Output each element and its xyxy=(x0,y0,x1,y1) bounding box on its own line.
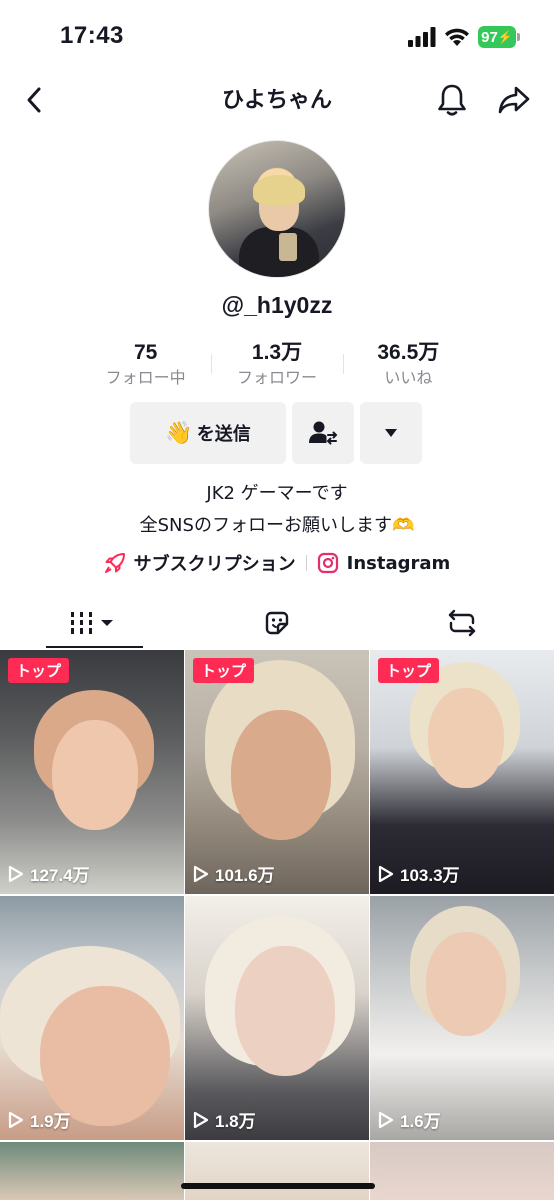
view-count-label: 1.8万 xyxy=(215,1112,256,1131)
instagram-link[interactable]: Instagram xyxy=(317,552,451,574)
view-count: 103.3万 xyxy=(378,861,460,886)
friend-suggest-button[interactable] xyxy=(292,402,354,464)
video-thumbnail[interactable]: 1.8万 xyxy=(185,896,369,1140)
top-badge: トップ xyxy=(193,658,255,683)
thumbnail-face xyxy=(40,986,170,1126)
video-grid-partial-row xyxy=(0,1142,554,1200)
send-wave-label: を送信 xyxy=(196,424,251,445)
tab-videos[interactable] xyxy=(0,596,185,650)
stat-label: いいね xyxy=(384,368,433,387)
view-count-label: 1.9万 xyxy=(30,1112,71,1131)
instagram-icon xyxy=(317,552,338,574)
notification-button[interactable] xyxy=(432,78,472,122)
rocket-icon xyxy=(104,553,125,573)
video-thumbnail-partial[interactable] xyxy=(370,1142,554,1200)
thumbnail-face xyxy=(428,688,504,788)
profile-header: ひよちゃん xyxy=(0,72,554,128)
video-thumbnail[interactable]: トップ 127.4万 xyxy=(0,650,184,894)
profile-actions: 👋 を送信 xyxy=(130,402,422,464)
bio-line: JK2 ゲーマーです xyxy=(206,483,348,504)
play-icon xyxy=(193,1111,209,1128)
username: @_h1y0zz xyxy=(221,292,333,318)
play-icon xyxy=(8,865,24,882)
wifi-icon xyxy=(445,28,469,46)
stat-value: 36.5万 xyxy=(377,341,440,364)
video-thumbnail[interactable]: トップ 101.6万 xyxy=(185,650,369,894)
view-count: 1.8万 xyxy=(193,1107,256,1132)
play-icon xyxy=(193,865,209,882)
view-count: 1.9万 xyxy=(8,1107,71,1132)
video-thumbnail[interactable]: 1.6万 xyxy=(370,896,554,1140)
avatar-hair xyxy=(253,175,305,205)
stat-value: 75 xyxy=(133,341,158,364)
profile-stats: 75 フォロー中 1.3万 フォロワー 36.5万 いいね xyxy=(80,340,474,396)
thumbnail-face xyxy=(235,946,335,1076)
status-bar: 17:43 97 ⚡ xyxy=(0,0,554,72)
bell-icon xyxy=(438,84,466,116)
video-grid: トップ 127.4万 トップ 101.6万 トップ 103.3万 1.9万 1.… xyxy=(0,650,554,1140)
stat-label: フォロー中 xyxy=(105,368,186,387)
play-icon xyxy=(378,865,394,882)
send-wave-button[interactable]: 👋 を送信 xyxy=(130,402,286,464)
thumbnail-face xyxy=(231,710,331,840)
instagram-label: Instagram xyxy=(346,552,451,574)
profile-bio: JK2 ゲーマーです 全SNSのフォローお願いします🫶 xyxy=(0,478,554,542)
share-arrow-icon xyxy=(498,86,530,114)
status-icons: 97 ⚡ xyxy=(408,24,520,50)
share-button[interactable] xyxy=(494,78,534,122)
top-badge: トップ xyxy=(378,658,440,683)
stat-followers[interactable]: 1.3万 フォロワー xyxy=(211,340,342,396)
stat-likes[interactable]: 36.5万 いいね xyxy=(342,340,474,396)
stat-value: 1.3万 xyxy=(251,341,303,364)
view-count-label: 103.3万 xyxy=(400,866,460,885)
avatar[interactable] xyxy=(208,140,346,278)
video-thumbnail-partial[interactable] xyxy=(185,1142,369,1200)
repost-icon xyxy=(448,609,475,637)
stat-label: フォロワー xyxy=(236,368,317,387)
signal-icon xyxy=(408,27,436,47)
view-count: 127.4万 xyxy=(8,861,90,886)
avatar-drink xyxy=(279,233,297,261)
play-icon xyxy=(378,1111,394,1128)
view-count-label: 1.6万 xyxy=(400,1112,441,1131)
video-thumbnail-partial[interactable] xyxy=(0,1142,184,1200)
view-count: 101.6万 xyxy=(193,861,275,886)
link-divider xyxy=(305,555,307,571)
tab-stickers[interactable] xyxy=(185,596,370,650)
play-icon xyxy=(8,1111,24,1128)
video-thumbnail[interactable]: トップ 103.3万 xyxy=(370,650,554,894)
wave-emoji: 👋 xyxy=(165,420,193,446)
view-count-label: 101.6万 xyxy=(215,866,275,885)
video-thumbnail[interactable]: 1.9万 xyxy=(0,896,184,1140)
profile-tabs xyxy=(0,596,554,650)
thumbnail-face xyxy=(52,720,138,830)
home-indicator xyxy=(181,1183,375,1189)
more-dropdown-button[interactable] xyxy=(360,402,422,464)
status-time: 17:43 xyxy=(60,22,124,49)
stat-following[interactable]: 75 フォロー中 xyxy=(80,340,211,396)
profile-page: 17:43 97 ⚡ ひよちゃん @_h1y0zz 75 フォロー中 1.3万 … xyxy=(0,0,554,1200)
view-count-label: 127.4万 xyxy=(30,866,90,885)
top-badge: トップ xyxy=(8,658,70,683)
tab-reposts[interactable] xyxy=(369,596,554,650)
subscription-link[interactable]: サブスクリプション xyxy=(104,550,296,576)
view-count: 1.6万 xyxy=(378,1107,441,1132)
battery-icon: 97 ⚡ xyxy=(478,26,520,48)
thumbnail-face xyxy=(426,932,506,1036)
battery-level: 97 xyxy=(481,28,498,46)
subscription-label: サブスクリプション xyxy=(133,554,296,575)
sticker-icon xyxy=(265,611,289,635)
bio-line: 全SNSのフォローお願いします🫶 xyxy=(139,515,415,536)
caret-down-icon xyxy=(385,429,397,437)
add-friend-icon xyxy=(309,421,338,445)
profile-links: サブスクリプション Instagram xyxy=(0,546,554,580)
grid-bars-icon xyxy=(71,612,114,634)
